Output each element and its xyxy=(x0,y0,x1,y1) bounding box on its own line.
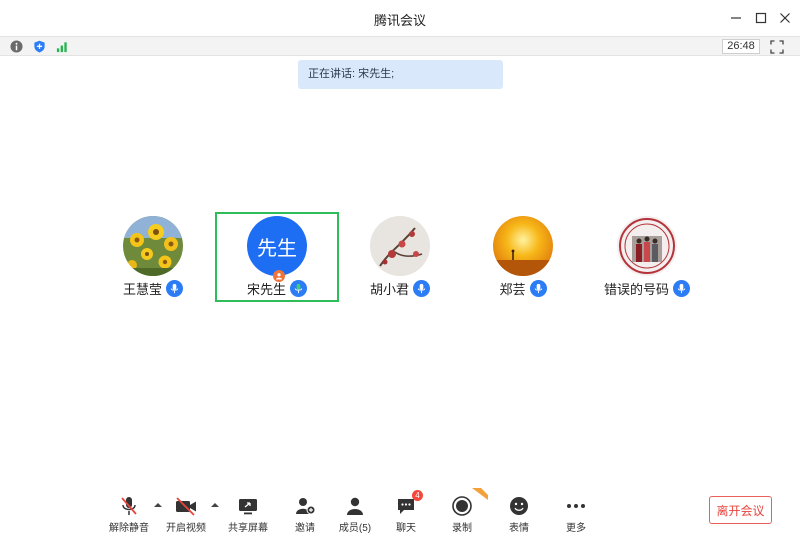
chat-icon: 4 xyxy=(394,490,423,518)
avatar xyxy=(123,216,183,276)
info-icon[interactable] xyxy=(10,40,23,53)
record-icon xyxy=(450,488,488,518)
mic-on-icon xyxy=(529,280,547,297)
participant-tile[interactable]: 郑芸 xyxy=(461,212,585,302)
chat-unread-badge: 4 xyxy=(412,490,423,501)
chat-label: 聊天 xyxy=(396,523,416,533)
more-dots-icon xyxy=(564,494,588,518)
reactions-label: 表情 xyxy=(509,523,529,533)
participant-tile-active[interactable]: 先生 宋先生 xyxy=(215,212,339,302)
window-title: 腾讯会议 xyxy=(373,13,426,28)
more-button[interactable]: 更多 xyxy=(548,494,604,533)
fullscreen-icon[interactable] xyxy=(770,40,784,54)
maximize-icon xyxy=(755,12,767,24)
emoji-icon xyxy=(507,494,531,518)
title-bar: 腾讯会议 xyxy=(0,0,800,36)
mic-on-icon xyxy=(166,280,183,297)
minimize-button[interactable] xyxy=(726,8,746,28)
reactions-button[interactable]: 表情 xyxy=(491,494,547,533)
minimize-icon xyxy=(731,17,741,19)
invite-user-icon xyxy=(293,494,317,518)
avatar xyxy=(617,216,677,276)
speaking-indicator: 正在讲话: 宋先生; xyxy=(298,60,503,89)
share-screen-icon xyxy=(236,494,260,518)
new-ribbon-icon xyxy=(472,488,488,500)
invite-label: 邀请 xyxy=(295,523,315,533)
more-label: 更多 xyxy=(566,523,586,533)
avatar: 先生 xyxy=(247,216,307,276)
participant-name-row: 宋先生 xyxy=(217,279,337,298)
close-icon xyxy=(780,13,790,23)
share-screen-button[interactable]: 共享屏幕 xyxy=(220,494,276,533)
close-button[interactable] xyxy=(775,8,795,28)
start-video-label: 开启视频 xyxy=(166,523,206,533)
mic-on-icon xyxy=(413,280,430,297)
participant-name-row: 王慧莹 xyxy=(91,279,215,298)
participant-tile[interactable]: 错误的号码 xyxy=(585,212,709,302)
members-icon xyxy=(343,494,367,518)
start-video-button[interactable]: 开启视频 xyxy=(158,494,214,533)
participant-name-row: 郑芸 xyxy=(461,279,585,298)
members-label: 成员(5) xyxy=(338,523,372,533)
participant-tile[interactable]: 王慧莹 xyxy=(91,212,215,302)
mic-on-icon xyxy=(673,280,690,297)
chat-button[interactable]: 4 聊天 xyxy=(378,490,434,533)
avatar-text: 先生 xyxy=(257,237,297,260)
participant-tile[interactable]: 胡小君 xyxy=(338,212,462,302)
video-options-caret-icon[interactable] xyxy=(210,500,220,510)
leave-meeting-button[interactable]: 离开会议 xyxy=(709,496,772,524)
avatar xyxy=(493,216,553,276)
mic-speaking-icon xyxy=(290,280,307,297)
record-button[interactable]: 录制 xyxy=(434,488,490,533)
participant-name-row: 胡小君 xyxy=(338,279,462,298)
invite-button[interactable]: 邀请 xyxy=(277,494,333,533)
participant-name: 胡小君 xyxy=(369,282,409,297)
mic-muted-icon xyxy=(117,494,141,518)
unmute-label: 解除静音 xyxy=(109,523,149,533)
participant-name: 王慧莹 xyxy=(122,282,162,297)
meeting-timer: 26:48 xyxy=(722,39,760,54)
unmute-button[interactable]: 解除静音 xyxy=(101,494,157,533)
participant-name-row: 错误的号码 xyxy=(585,279,709,298)
share-screen-label: 共享屏幕 xyxy=(228,523,268,533)
network-signal-icon[interactable] xyxy=(56,40,69,53)
security-shield-icon[interactable] xyxy=(33,40,46,53)
video-off-icon xyxy=(174,494,198,518)
status-bar: 26:48 xyxy=(0,36,800,56)
participant-name: 郑芸 xyxy=(499,282,526,297)
avatar xyxy=(370,216,430,276)
participant-name: 宋先生 xyxy=(246,282,286,297)
participant-name: 错误的号码 xyxy=(603,282,669,297)
maximize-button[interactable] xyxy=(751,8,771,28)
members-button[interactable]: 成员(5) xyxy=(327,494,383,533)
record-label: 录制 xyxy=(452,523,472,533)
